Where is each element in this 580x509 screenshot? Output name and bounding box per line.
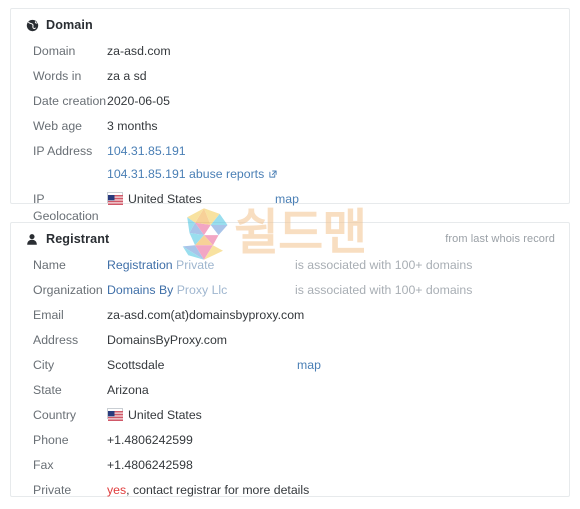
row-date-creation: Date creation 2020-06-05 (11, 91, 569, 116)
private-yes-value: yes (107, 483, 127, 497)
us-flag-icon (107, 408, 123, 421)
row-words-in: Words in za a sd (11, 66, 569, 91)
row-label: IP Address (33, 144, 93, 158)
registrant-panel-header: Registrant from last whois record (11, 223, 569, 255)
registrant-name-link[interactable]: Registration (107, 258, 173, 272)
row-value-date-creation: 2020-06-05 (107, 94, 170, 108)
row-value-phone: +1.4806242599 (107, 433, 193, 447)
whois-report-page: 쉴드맨 Domain Domain za-asd.com Words in za… (0, 0, 580, 505)
row-value-domain: za-asd.com (107, 44, 171, 58)
country-text: United States (128, 408, 202, 422)
row-label: Name (33, 258, 66, 272)
private-note-text: , contact registrar for more details (126, 483, 310, 497)
row-value-email: za-asd.com(at)domainsbyproxy.com (107, 308, 305, 322)
row-value-city: Scottsdale map (107, 357, 569, 374)
row-label: Organization (33, 283, 103, 297)
row-name: Name Registration Private is associated … (11, 255, 569, 280)
row-city: City Scottsdale map (11, 355, 569, 380)
user-icon (25, 232, 39, 246)
row-label: Country (33, 408, 77, 422)
row-ip-address: IP Address 104.31.85.191 104.31.85.191 a… (11, 141, 569, 185)
ip-address-link[interactable]: 104.31.85.191 (107, 144, 186, 158)
row-phone: Phone +1.4806242599 (11, 430, 569, 455)
registrant-rows: Name Registration Private is associated … (11, 255, 569, 509)
row-label: Private (33, 483, 72, 497)
row-label: Fax (33, 458, 54, 472)
geolocation-country-text: United States (128, 192, 202, 206)
row-label: Phone (33, 433, 69, 447)
row-label: Words in (33, 69, 82, 83)
row-label: Domain (33, 44, 76, 58)
row-organization: Organization Domains By Proxy Llc is ass… (11, 280, 569, 305)
domain-panel: Domain Domain za-asd.com Words in za a s… (10, 8, 570, 223)
external-link-icon (268, 167, 278, 178)
domain-rows: Domain za-asd.com Words in za a sd Date … (11, 41, 569, 231)
row-email: Email za-asd.com(at)domainsbyproxy.com (11, 305, 569, 330)
us-flag-icon (107, 192, 123, 205)
row-value-ip-geolocation: United States map (107, 191, 569, 208)
row-value-words-in: za a sd (107, 69, 147, 83)
row-value-state: Arizona (107, 383, 149, 397)
row-value-ip-address: 104.31.85.191 104.31.85.191 abuse report… (107, 143, 569, 183)
row-value-address: DomainsByProxy.com (107, 333, 228, 347)
ip-abuse-reports-link[interactable]: 104.31.85.191 abuse reports (107, 167, 264, 181)
registrant-panel-title: Registrant (46, 232, 110, 246)
registrant-name-muted: Private (176, 258, 215, 272)
row-web-age: Web age 3 months (11, 116, 569, 141)
row-label: Address (33, 333, 79, 347)
row-label: Web age (33, 119, 82, 133)
row-value-private: yes, contact registrar for more details (107, 482, 569, 499)
registrant-panel: Registrant from last whois record Name R… (10, 222, 570, 497)
row-label: State (33, 383, 62, 397)
row-address: Address DomainsByProxy.com (11, 330, 569, 355)
domain-panel-title: Domain (46, 18, 93, 32)
row-value-web-age: 3 months (107, 119, 158, 133)
registrant-org-association: is associated with 100+ domains (295, 283, 473, 297)
registrant-name-association: is associated with 100+ domains (295, 258, 473, 272)
domain-panel-header: Domain (11, 9, 569, 41)
ip-abuse-reports-wrap: 104.31.85.191 abuse reports (107, 166, 569, 183)
row-value-organization: Domains By Proxy Llc is associated with … (107, 282, 569, 299)
row-label: City (33, 358, 55, 372)
row-label: Email (33, 308, 64, 322)
row-value-country: United States (107, 407, 569, 424)
geolocation-map-link[interactable]: map (275, 191, 299, 208)
registrant-org-muted: Proxy Llc (176, 283, 228, 297)
row-private: Private yes, contact registrar for more … (11, 480, 569, 505)
row-value-name: Registration Private is associated with … (107, 257, 569, 274)
row-state: State Arizona (11, 380, 569, 405)
row-label: IP Geolocation (33, 192, 99, 223)
row-fax: Fax +1.4806242598 (11, 455, 569, 480)
row-label: Date creation (33, 94, 107, 108)
row-country: Country United States (11, 405, 569, 430)
row-domain: Domain za-asd.com (11, 41, 569, 66)
row-value-fax: +1.4806242598 (107, 458, 193, 472)
city-map-link[interactable]: map (297, 357, 321, 374)
whois-source-note: from last whois record (445, 233, 555, 245)
city-text: Scottsdale (107, 358, 165, 372)
registrant-org-link[interactable]: Domains By (107, 283, 173, 297)
globe-icon (25, 18, 39, 32)
